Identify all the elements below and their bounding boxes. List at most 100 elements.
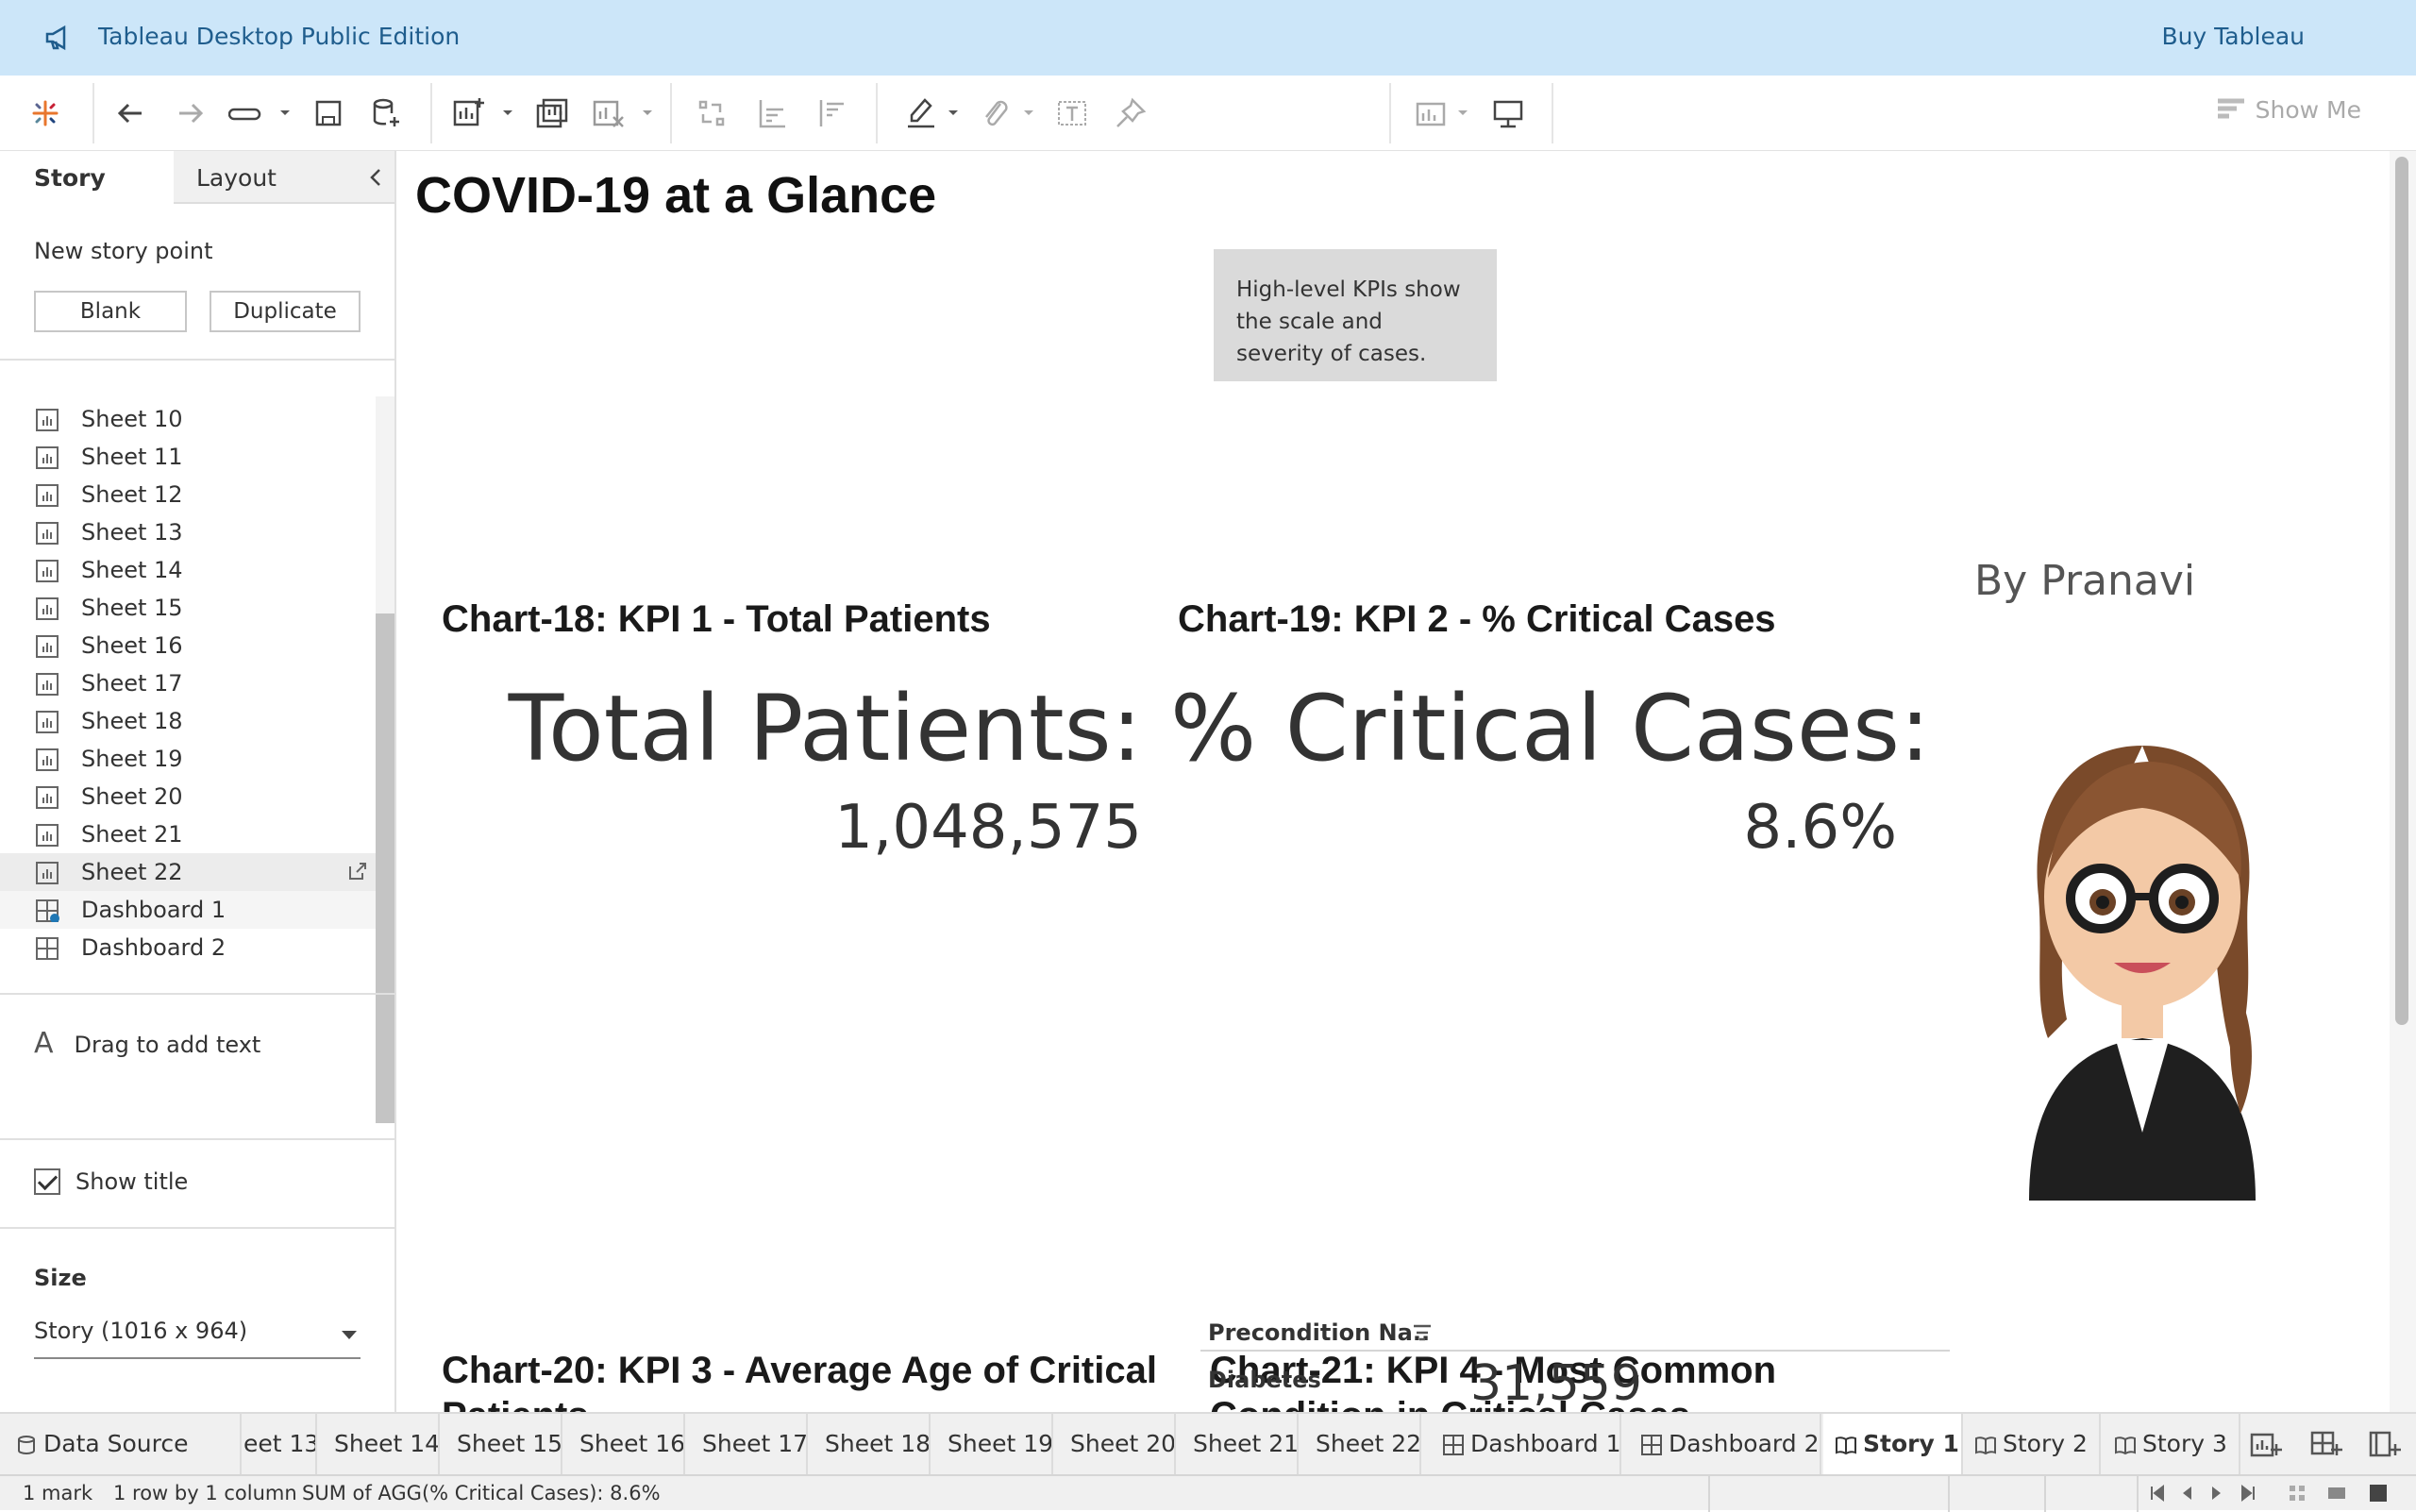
- chevron-down-icon[interactable]: [642, 98, 653, 126]
- pin-icon[interactable]: [1110, 92, 1151, 134]
- last-page-icon[interactable]: [2239, 1484, 2257, 1503]
- chevron-down-icon[interactable]: [948, 98, 959, 126]
- chevron-down-icon[interactable]: [1023, 98, 1034, 126]
- tab-sheet-15[interactable]: Sheet 15: [442, 1414, 562, 1474]
- sidebar-item-sheet-11[interactable]: Sheet 11: [0, 438, 376, 476]
- sort-ascending-icon[interactable]: [751, 92, 793, 134]
- chevron-down-icon[interactable]: [279, 98, 291, 126]
- filmstrip-icon[interactable]: [2327, 1484, 2346, 1503]
- canvas-scrollbar[interactable]: [2390, 151, 2416, 1412]
- table-row[interactable]: Diabetes 31,559: [1200, 1352, 1950, 1412]
- sidebar-item-dashboard-1[interactable]: Dashboard 1: [0, 891, 376, 929]
- clear-sheet-icon[interactable]: [587, 92, 629, 134]
- new-dashboard-icon[interactable]: [530, 92, 572, 134]
- show-me-label: Show Me: [2255, 96, 2361, 124]
- tab-sheet-22[interactable]: Sheet 22: [1300, 1414, 1421, 1474]
- sidebar-item-sheet-22[interactable]: Sheet 22: [0, 853, 376, 891]
- drag-to-add-text[interactable]: A Drag to add text: [34, 1027, 260, 1060]
- tab-sheet-14[interactable]: Sheet 14: [319, 1414, 440, 1474]
- redo-icon[interactable]: [170, 92, 211, 134]
- tab-story[interactable]: Story: [0, 151, 174, 204]
- worksheet-icon: [36, 862, 59, 884]
- sidebar-item-sheet-15[interactable]: Sheet 15: [0, 589, 376, 627]
- show-me-button[interactable]: Show Me: [2216, 96, 2361, 124]
- author-avatar: [2029, 746, 2256, 1201]
- new-worksheet-icon[interactable]: [2248, 1427, 2282, 1461]
- tab-sheet-19[interactable]: Sheet 19: [932, 1414, 1053, 1474]
- tab-sheet-21[interactable]: Sheet 21: [1178, 1414, 1299, 1474]
- sort-icon[interactable]: [1412, 1323, 1433, 1342]
- tab-sheet-20[interactable]: Sheet 20: [1055, 1414, 1176, 1474]
- worksheet-icon: [36, 446, 59, 469]
- tab-sheet-18[interactable]: Sheet 18: [810, 1414, 931, 1474]
- precondition-column-header[interactable]: Precondition Na..: [1200, 1318, 1950, 1352]
- tableau-logo-icon[interactable]: [25, 92, 66, 134]
- new-worksheet-icon[interactable]: [447, 92, 489, 134]
- chevron-down-icon[interactable]: [502, 98, 513, 126]
- undo-icon[interactable]: [109, 92, 151, 134]
- blank-button[interactable]: Blank: [34, 291, 187, 332]
- sidebar-item-sheet-16[interactable]: Sheet 16: [0, 627, 376, 664]
- sidebar-item-label: Dashboard 1: [81, 897, 226, 923]
- sidebar-item-sheet-12[interactable]: Sheet 12: [0, 476, 376, 513]
- tab-label: Sheet 22: [1316, 1430, 1421, 1457]
- tab-sheet-13[interactable]: eet 13: [243, 1414, 317, 1474]
- megaphone-icon: [45, 25, 66, 51]
- tab-dashboard-1[interactable]: Dashboard 1: [1423, 1414, 1621, 1474]
- sort-descending-icon[interactable]: [812, 92, 853, 134]
- tab-layout[interactable]: Layout: [174, 151, 394, 204]
- sidebar-item-sheet-10[interactable]: Sheet 10: [0, 400, 376, 438]
- tab-data-source[interactable]: Data Source: [0, 1414, 242, 1474]
- sidebar-item-sheet-19[interactable]: Sheet 19: [0, 740, 376, 778]
- show-title-toggle[interactable]: Show title: [34, 1168, 188, 1195]
- total-patients-value[interactable]: 1,048,575: [434, 793, 1142, 863]
- show-title-checkbox[interactable]: [34, 1168, 60, 1195]
- next-page-icon[interactable]: [2206, 1484, 2225, 1503]
- list-item[interactable]: [0, 387, 376, 400]
- sidebar-item-sheet-20[interactable]: Sheet 20: [0, 778, 376, 815]
- dashboard-icon: [36, 899, 59, 922]
- sidebar-item-sheet-13[interactable]: Sheet 13: [0, 513, 376, 551]
- tab-sheet-16[interactable]: Sheet 16: [564, 1414, 685, 1474]
- first-page-icon[interactable]: [2148, 1484, 2167, 1503]
- sheet-sorter-icon[interactable]: [2288, 1484, 2307, 1503]
- sidebar-item-dashboard-2[interactable]: Dashboard 2: [0, 929, 376, 966]
- sidebar-item-sheet-18[interactable]: Sheet 18: [0, 702, 376, 740]
- buy-tableau-link[interactable]: Buy Tableau: [2161, 23, 2305, 50]
- sidebar-item-sheet-17[interactable]: Sheet 17: [0, 664, 376, 702]
- swap-icon[interactable]: [691, 92, 732, 134]
- app-title: Tableau Desktop Public Edition: [98, 23, 461, 50]
- tab-sheet-17[interactable]: Sheet 17: [687, 1414, 808, 1474]
- tabs-view-icon[interactable]: [2369, 1484, 2388, 1503]
- save-icon[interactable]: [308, 92, 349, 134]
- sidebar-item-sheet-14[interactable]: Sheet 14: [0, 551, 376, 589]
- story-point-caption[interactable]: High-level KPIs show the scale and sever…: [1214, 249, 1497, 381]
- collapse-panel-icon[interactable]: [364, 164, 387, 191]
- tab-story-3[interactable]: Story 3: [2103, 1414, 2240, 1474]
- previous-page-icon[interactable]: [2178, 1484, 2197, 1503]
- group-icon[interactable]: [974, 92, 1015, 134]
- new-story-icon[interactable]: [2367, 1427, 2401, 1461]
- replay-icon[interactable]: [226, 92, 268, 134]
- critical-cases-label: % Critical Cases:: [1170, 676, 1931, 781]
- chevron-down-icon[interactable]: [1457, 98, 1468, 126]
- fit-icon[interactable]: [1410, 92, 1451, 134]
- tab-story-1[interactable]: Story 1: [1823, 1414, 1963, 1474]
- duplicate-button[interactable]: Duplicate: [210, 291, 361, 332]
- labels-icon[interactable]: [1051, 92, 1093, 134]
- open-sheet-icon[interactable]: [347, 861, 368, 882]
- presentation-icon[interactable]: [1487, 92, 1529, 134]
- new-data-source-icon[interactable]: [366, 92, 408, 134]
- sidebar-item-sheet-21[interactable]: Sheet 21: [0, 815, 376, 853]
- sheet-list-scroll-thumb[interactable]: [376, 613, 394, 1123]
- column-header-label: Precondition Na..: [1208, 1319, 1431, 1346]
- new-dashboard-icon[interactable]: [2308, 1427, 2342, 1461]
- sidebar-item-label: Sheet 19: [81, 746, 183, 772]
- worksheet-icon: [36, 711, 59, 733]
- canvas-scroll-thumb[interactable]: [2395, 157, 2408, 1025]
- highlight-icon[interactable]: [900, 92, 942, 134]
- tab-story-2[interactable]: Story 2: [1965, 1414, 2101, 1474]
- size-select[interactable]: Story (1016 x 964): [34, 1318, 361, 1359]
- critical-cases-value[interactable]: 8.6%: [1170, 793, 1897, 863]
- tab-dashboard-2[interactable]: Dashboard 2: [1623, 1414, 1821, 1474]
